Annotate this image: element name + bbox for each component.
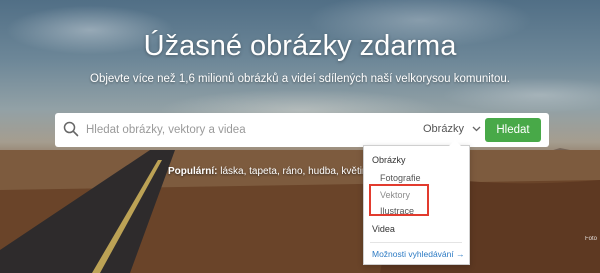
- search-options-link[interactable]: Možnosti vyhledávání →: [372, 249, 465, 259]
- page-subtitle: Objevte více než 1,6 milionů obrázků a v…: [90, 73, 510, 85]
- popular-searches: Populární: láska, tapeta, ráno, hudba, k…: [168, 166, 368, 177]
- dropdown-item-photos[interactable]: Fotografie: [380, 173, 421, 183]
- search-icon[interactable]: [63, 121, 79, 137]
- photo-credit: Foto: [585, 236, 598, 242]
- hero-banner: Úžasné obrázky zdarma Objevte více než 1…: [0, 0, 600, 273]
- dropdown-item-videos[interactable]: Videa: [372, 224, 395, 234]
- media-type-label: Obrázky: [423, 123, 464, 135]
- search-button[interactable]: Hledat: [485, 118, 541, 142]
- popular-terms[interactable]: láska, tapeta, ráno, hudba, květin: [220, 166, 367, 177]
- page-title: Úžasné obrázky zdarma: [143, 30, 457, 62]
- popular-label: Populární:: [168, 166, 218, 177]
- dropdown-arrow: [449, 140, 461, 146]
- media-type-select[interactable]: Obrázky: [423, 123, 481, 135]
- dropdown-divider: [370, 242, 462, 243]
- search-input[interactable]: [86, 120, 386, 140]
- chevron-down-icon: [472, 126, 481, 132]
- highlight-box: [369, 184, 429, 216]
- search-bar: Obrázky Hledat: [55, 113, 549, 147]
- dropdown-item-images[interactable]: Obrázky: [372, 155, 406, 165]
